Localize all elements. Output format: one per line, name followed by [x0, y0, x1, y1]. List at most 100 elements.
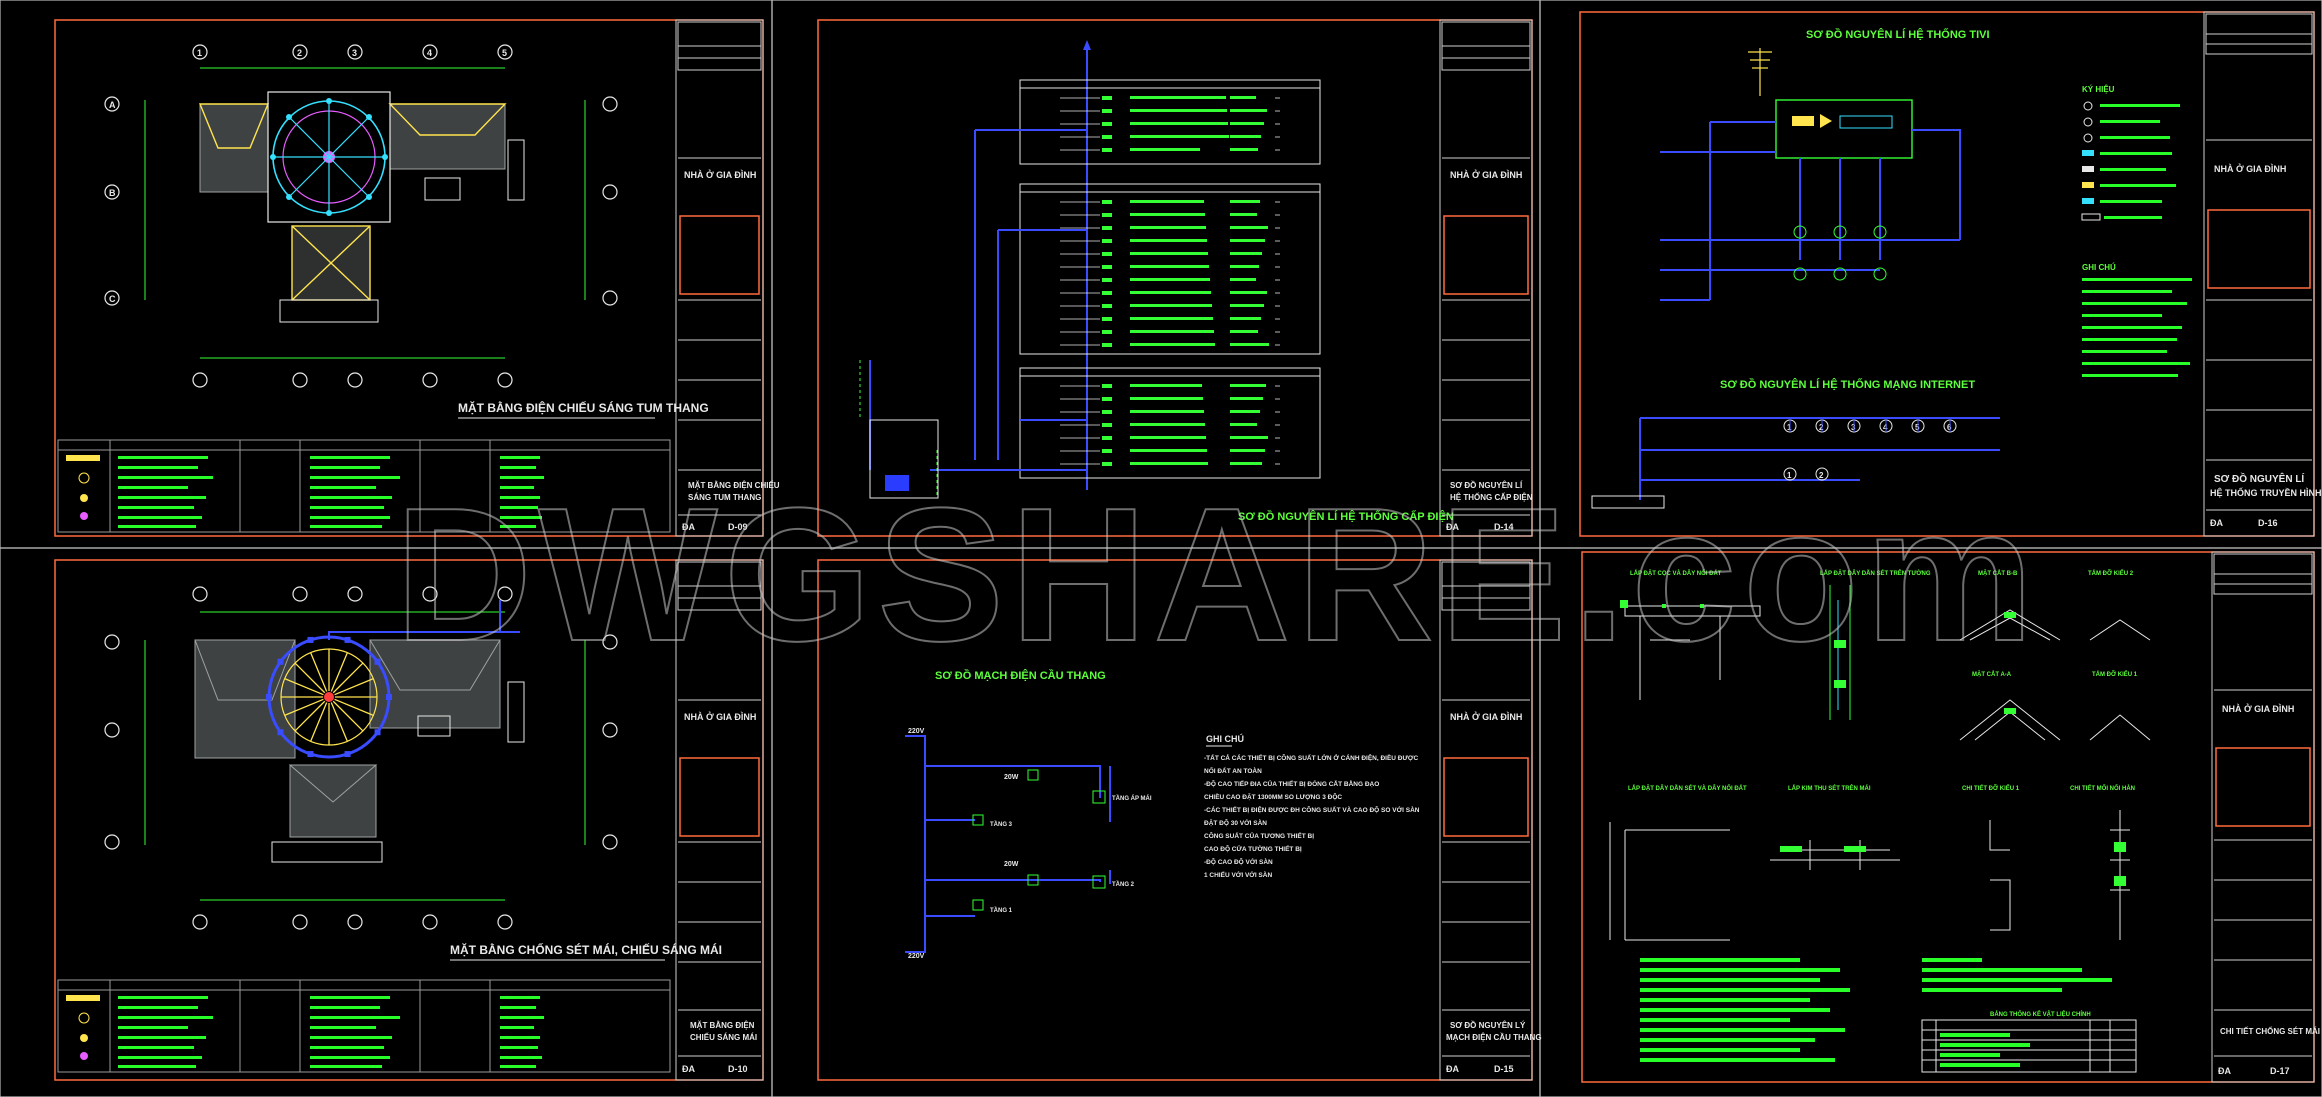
tb-sheet-title-2: CHIẾU SÁNG MÁI: [690, 1032, 757, 1042]
conductor-clamp: [307, 751, 314, 758]
svg-text:CHI TIẾT MỐI NỐI HÀN: CHI TIẾT MỐI NỐI HÀN: [2070, 785, 2135, 792]
svg-text:5: 5: [502, 48, 507, 58]
svg-text:220V: 220V: [908, 953, 925, 960]
svg-text:B: B: [109, 188, 116, 198]
materials-table-heading: BẢNG THỐNG KÊ VẬT LIỆU CHÍNH: [1990, 1010, 2091, 1018]
tb-sheet-title-2: MẠCH ĐIỆN CẦU THANG: [1446, 1032, 1542, 1042]
svg-text:ĐA: ĐA: [1446, 1064, 1459, 1074]
svg-text:4: 4: [427, 48, 432, 58]
tb-sheet-title-1: MẶT BẰNG ĐIỆN: [690, 1021, 755, 1030]
conductor-clamp: [374, 658, 381, 665]
conductor-clamp: [266, 694, 272, 700]
tb-code: D-15: [1494, 1064, 1514, 1074]
lightning-rod-icon: [324, 692, 334, 702]
legend-heading: KÝ HIỆU: [2082, 85, 2115, 94]
svg-text:2: 2: [297, 48, 302, 58]
svg-text:CHI TIẾT ĐỠ KIỂU 1: CHI TIẾT ĐỠ KIỂU 1: [1962, 785, 2020, 792]
materials-table: [1921, 1019, 2137, 1073]
cad-drawing-canvas: NHÀ Ở GIA ĐÌNH MẶT BẰNG ĐIỆN CHIẾU SÁNG …: [0, 0, 2322, 1097]
dome-spoke: [330, 702, 348, 742]
antenna-icon: [1748, 48, 1772, 96]
notes-list: -TẤT CẢ CÁC THIẾT BỊ CÔNG SUẤT LỚN Ở CÁN…: [1204, 752, 1420, 879]
sheet-d14: NHÀ Ở GIA ĐÌNH SƠ ĐỒ NGUYÊN LÍ HỆ THỐNG …: [817, 19, 1533, 537]
grid-bubbles-top: 1 2 3 4 5 A B C: [104, 44, 618, 388]
note-line: CAO ĐỘ CỬA TƯỜNG THIẾT BỊ: [1204, 843, 1302, 853]
tb-code: D-16: [2258, 518, 2278, 528]
note-line: -ĐỘ CAO ĐỘ VỚI SÀN: [1204, 857, 1273, 866]
tv-diagram-title: SƠ ĐỒ NGUYÊN LÍ HỆ THỐNG TIVI: [1806, 27, 1990, 41]
tb-project: NHÀ Ở GIA ĐÌNH: [2214, 163, 2286, 174]
title-block: NHÀ Ở GIA ĐÌNH CHI TIẾT CHỐNG SÉT MÁI ĐA…: [2211, 551, 2320, 1083]
svg-text:TẤM ĐỠ KIỂU 2: TẤM ĐỠ KIỂU 2: [2088, 570, 2134, 577]
title-block: NHÀ Ở GIA ĐÌNH MẶT BẰNG ĐIỆN CHIẾU SÁNG …: [675, 19, 780, 537]
svg-text:TẦNG 3: TẦNG 3: [990, 821, 1013, 828]
note-line: CHIỀU CAO ĐẶT 1300MM SO LƯỢNG 3 ĐỘC: [1204, 791, 1342, 801]
notes-bars: [1640, 958, 2112, 1062]
note-line: -TẤT CẢ CÁC THIẾT BỊ CÔNG SUẤT LỚN Ở CÁN…: [1204, 752, 1418, 762]
svg-text:C: C: [109, 294, 116, 304]
dome-spoke: [310, 702, 328, 742]
conductor-clamp: [374, 729, 381, 736]
note-line: CÔNG SUẤT CỦA TƯƠNG THIẾT BỊ: [1204, 830, 1314, 840]
conductor-clamp: [386, 694, 392, 700]
dome-spoke: [330, 652, 348, 692]
svg-text:A: A: [109, 100, 116, 110]
dome-spoke: [294, 662, 326, 694]
svg-text:ĐA: ĐA: [2210, 518, 2223, 528]
svg-text:TẦNG 2: TẦNG 2: [1112, 881, 1135, 888]
dome-spoke: [332, 700, 364, 732]
dome-spoke: [332, 662, 364, 694]
svg-text:ĐA: ĐA: [2218, 1066, 2231, 1076]
svg-text:3: 3: [352, 48, 357, 58]
tb-code: D-17: [2270, 1066, 2290, 1076]
svg-text:LẮP KIM THU SÉT TRÊN MÁI: LẮP KIM THU SÉT TRÊN MÁI: [1788, 784, 1871, 792]
sheet-title: MẶT BẰNG CHỐNG SÉT MÁI, CHIẾU SÁNG MÁI: [450, 942, 722, 957]
tv-amplifier-box: [1775, 99, 1913, 159]
tb-sheet-title-2: HỆ THỐNG TRUYỀN HÌNH: [2210, 487, 2322, 498]
conductor-clamp: [307, 636, 314, 643]
title-block: NHÀ Ở GIA ĐÌNH SƠ ĐỒ NGUYÊN LÍ HỆ THỐNG …: [1439, 19, 1533, 537]
conductor-clamp: [277, 729, 284, 736]
note-line: ĐẶT ĐỘ 30 VỚI SÀN: [1204, 818, 1267, 827]
notes-heading: GHI CHÚ: [1206, 733, 1244, 744]
sheet-d16: NHÀ Ở GIA ĐÌNH SƠ ĐỒ NGUYÊN LÍ HỆ THỐNG …: [1579, 11, 2322, 537]
internet-diagram-title: SƠ ĐỒ NGUYÊN LÍ HỆ THỐNG MẠNG INTERNET: [1720, 377, 1975, 391]
conductor-clamp: [344, 751, 351, 758]
svg-text:20W: 20W: [1004, 861, 1019, 868]
dome-spoke: [294, 700, 326, 732]
dome-spoke: [334, 698, 374, 716]
tb-project: NHÀ Ở GIA ĐÌNH: [1450, 169, 1522, 180]
watermark: DWGSHARE.com: [395, 469, 2040, 681]
notes-heading-tv: GHI CHÚ: [2082, 263, 2116, 272]
dome-spoke: [334, 678, 374, 696]
svg-text:220V: 220V: [908, 728, 925, 735]
tb-project: NHÀ Ở GIA ĐÌNH: [684, 169, 756, 180]
svg-text:TẦNG 1: TẦNG 1: [990, 907, 1013, 914]
tb-code: D-10: [728, 1064, 748, 1074]
note-line: -ĐỘ CAO TIẾP ĐIA CỦA THIẾT BỊ ĐÓNG CẮT B…: [1204, 778, 1379, 788]
conductor-clamp: [277, 658, 284, 665]
note-line: 1 CHIẾU VỚI VỚI SÀN: [1204, 869, 1272, 879]
svg-text:20W: 20W: [1004, 774, 1019, 781]
tb-sheet-title-1: SƠ ĐỒ NGUYÊN LÝ: [1450, 1020, 1526, 1030]
dome-spoke: [310, 652, 328, 692]
svg-text:TẤM ĐỠ KIỂU 1: TẤM ĐỠ KIỂU 1: [2092, 671, 2138, 678]
sheet-d09: NHÀ Ở GIA ĐÌNH MẶT BẰNG ĐIỆN CHIẾU SÁNG …: [54, 19, 780, 537]
legend-table: [57, 979, 671, 1073]
conductor-clamp: [344, 636, 351, 643]
svg-text:1: 1: [197, 48, 202, 58]
svg-text:LẮP ĐẶT DÂY DẪN SÉT VÀ DÂY NỐI: LẮP ĐẶT DÂY DẪN SÉT VÀ DÂY NỐI ĐẤT: [1628, 784, 1747, 792]
sheet-title: MẶT BẰNG ĐIỆN CHIẾU SÁNG TUM THANG: [458, 400, 709, 415]
svg-text:TẦNG ÁP MÁI: TẦNG ÁP MÁI: [1112, 795, 1152, 802]
tb-sheet-title-1: CHI TIẾT CHỐNG SÉT MÁI: [2220, 1026, 2320, 1036]
tv-legend: [2081, 101, 2180, 221]
svg-text:ĐA: ĐA: [682, 1064, 695, 1074]
distribution-panel-2: [1019, 183, 1321, 355]
roof-wing-right: [389, 103, 506, 170]
note-line: NỐI ĐẤT AN TOÀN: [1204, 765, 1262, 775]
note-line: -CÁC THIẾT BỊ ĐIỆN ĐƯỢC ĐH CÔNG SUẤT VÀ …: [1204, 804, 1420, 814]
tb-sheet-title-1: SƠ ĐỒ NGUYÊN LÍ: [2214, 472, 2304, 485]
circuit-rows: [1060, 96, 1280, 466]
tb-project: NHÀ Ở GIA ĐÌNH: [2222, 703, 2294, 714]
tb-project: NHÀ Ở GIA ĐÌNH: [684, 711, 756, 722]
